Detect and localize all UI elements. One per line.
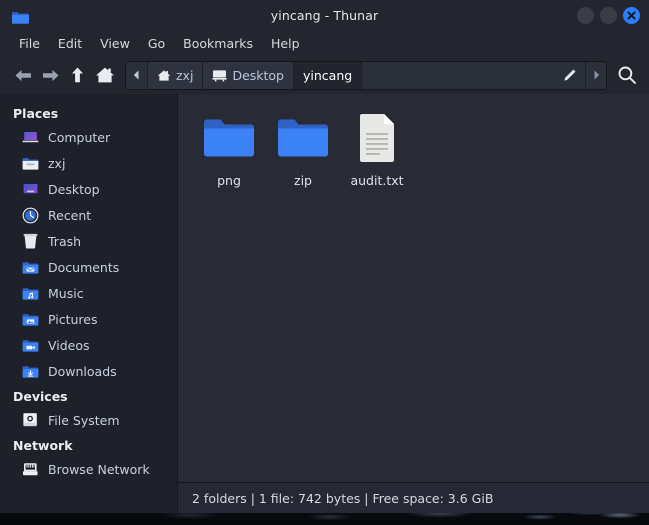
file-item-zip-label: zip [294, 173, 312, 188]
breadcrumb-zxj[interactable]: zxj [148, 61, 204, 89]
menu-bookmarks[interactable]: Bookmarks [174, 33, 262, 54]
sidebar-item-music[interactable]: Music [0, 280, 177, 306]
back-button[interactable] [10, 61, 37, 89]
menu-view[interactable]: View [91, 33, 139, 54]
desktop-icon [22, 181, 39, 198]
sidebar-item-pictures[interactable]: Pictures [0, 306, 177, 332]
music-folder-icon [22, 285, 39, 302]
window-title: yincang - Thunar [270, 7, 379, 23]
sidebar-item-browse-network[interactable]: Browse Network [0, 456, 177, 482]
chevron-left-icon [133, 70, 139, 80]
network-port-icon [22, 461, 39, 478]
sidebar-section-places: Places [13, 106, 59, 121]
file-item-audit-txt-label: audit.txt [350, 173, 404, 188]
breadcrumb-yincang-label: yincang [303, 67, 353, 83]
home-button[interactable] [91, 61, 118, 89]
toolbar: zxj Desktop yincang [0, 56, 649, 94]
sidebar-section-devices: Devices [13, 389, 68, 404]
desktop-icon [212, 69, 228, 81]
file-item-zip[interactable]: zip [266, 110, 340, 188]
window-controls [577, 0, 640, 30]
sidebar-item-pictures-label: Pictures [48, 311, 98, 327]
sidebar-item-browse-network-label: Browse Network [48, 461, 150, 477]
file-icon-view[interactable]: png zip audit.txt [178, 94, 649, 482]
sidebar-item-recent[interactable]: Recent [0, 202, 177, 228]
statusbar: 2 folders | 1 file: 742 bytes | Free spa… [178, 482, 649, 513]
sidebar-item-computer[interactable]: Computer [0, 124, 177, 150]
up-button[interactable] [64, 61, 91, 89]
thunar-file-manager-window: yincang - Thunar File Edit View Go Bookm… [0, 0, 649, 513]
recent-clock-icon [22, 207, 39, 224]
menu-file[interactable]: File [10, 33, 49, 54]
search-icon [618, 66, 636, 84]
sidebar-section-network: Network [13, 438, 73, 453]
close-button[interactable] [623, 6, 640, 24]
sidebar-item-recent-label: Recent [48, 207, 92, 223]
sidebar-item-videos[interactable]: Videos [0, 332, 177, 358]
harddisk-icon [22, 412, 39, 429]
sidebar-item-trash-label: Trash [48, 233, 82, 249]
search-button[interactable] [613, 61, 641, 89]
titlebar: yincang - Thunar [0, 0, 649, 30]
sidebar-item-music-label: Music [48, 285, 84, 301]
arrow-right-icon [43, 69, 59, 81]
pictures-folder-icon [22, 311, 39, 328]
folder-icon [203, 112, 255, 164]
sidebar-item-zxj-label: zxj [48, 155, 66, 171]
path-entry-area[interactable] [362, 61, 586, 89]
path-breadcrumb-bar: zxj Desktop yincang [125, 60, 607, 90]
sidebar-item-downloads-label: Downloads [48, 363, 117, 379]
sidebar-item-documents[interactable]: Documents [0, 254, 177, 280]
trash-icon [22, 233, 39, 250]
file-item-png-label: png [217, 173, 241, 188]
content-column: png zip audit.txt 2 folders | 1 file: 74… [178, 94, 649, 513]
pencil-icon [564, 69, 576, 81]
breadcrumb-scroll-left-button[interactable] [126, 61, 148, 89]
documents-folder-icon [22, 259, 39, 276]
menu-go[interactable]: Go [139, 33, 174, 54]
home-folder-icon [22, 155, 39, 172]
sidebar-item-zxj[interactable]: zxj [0, 150, 177, 176]
sidebar-shortcuts-pane: Places Computer zxj Desktop Recent Trash… [0, 94, 178, 513]
chevron-right-icon [594, 70, 599, 80]
folder-icon [277, 112, 329, 164]
file-item-audit-txt[interactable]: audit.txt [340, 110, 414, 188]
sidebar-item-videos-label: Videos [48, 337, 90, 353]
sidebar-item-desktop[interactable]: Desktop [0, 176, 177, 202]
menu-help[interactable]: Help [262, 33, 309, 54]
minimize-button[interactable] [577, 6, 594, 24]
home-icon [95, 67, 114, 83]
videos-folder-icon [22, 337, 39, 354]
sidebar-item-trash[interactable]: Trash [0, 228, 177, 254]
breadcrumb-zxj-label: zxj [176, 67, 194, 83]
sidebar-item-desktop-label: Desktop [48, 181, 100, 197]
sidebar-item-file-system-label: File System [48, 412, 120, 428]
sidebar-item-downloads[interactable]: Downloads [0, 358, 177, 384]
breadcrumb-desktop[interactable]: Desktop [203, 61, 294, 89]
sidebar-item-computer-label: Computer [48, 129, 111, 145]
window-body: Places Computer zxj Desktop Recent Trash… [0, 94, 649, 513]
downloads-folder-icon [22, 363, 39, 380]
sidebar-item-file-system[interactable]: File System [0, 407, 177, 433]
text-document-icon [351, 112, 403, 164]
sidebar-item-documents-label: Documents [48, 259, 120, 275]
desktop-background: yincang - Thunar File Edit View Go Bookm… [0, 0, 649, 525]
menubar: File Edit View Go Bookmarks Help [0, 30, 649, 56]
file-item-png[interactable]: png [192, 110, 266, 188]
statusbar-text: 2 folders | 1 file: 742 bytes | Free spa… [192, 490, 494, 506]
menu-edit[interactable]: Edit [49, 33, 91, 54]
computer-icon [22, 129, 39, 146]
breadcrumb-desktop-label: Desktop [232, 67, 284, 83]
breadcrumb-scroll-right-button[interactable] [586, 61, 606, 89]
breadcrumb-yincang[interactable]: yincang [294, 61, 363, 89]
arrow-up-icon [72, 67, 83, 83]
arrow-left-icon [15, 69, 31, 81]
forward-button[interactable] [37, 61, 64, 89]
maximize-button[interactable] [600, 6, 617, 24]
close-icon [627, 10, 636, 20]
window-app-folder-icon [12, 9, 29, 24]
home-icon [157, 69, 171, 81]
